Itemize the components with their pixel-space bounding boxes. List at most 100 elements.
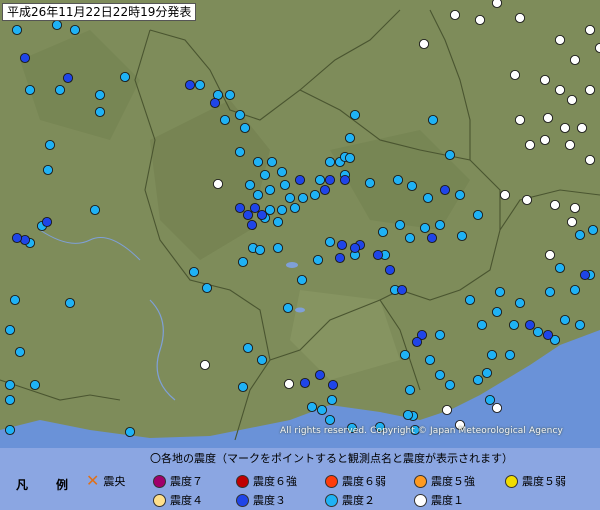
station-marker-intensity-3[interactable] [396,284,408,296]
station-marker-intensity-1[interactable] [514,12,526,24]
station-marker-intensity-2[interactable] [119,71,131,83]
station-marker-intensity-2[interactable] [324,236,336,248]
station-marker-intensity-3[interactable] [314,369,326,381]
station-marker-intensity-2[interactable] [64,297,76,309]
station-marker-intensity-2[interactable] [14,346,26,358]
station-marker-intensity-2[interactable] [201,282,213,294]
station-marker-intensity-1[interactable] [559,122,571,134]
station-marker-intensity-3[interactable] [334,252,346,264]
station-marker-intensity-2[interactable] [434,219,446,231]
station-marker-intensity-2[interactable] [234,109,246,121]
station-marker-intensity-2[interactable] [309,189,321,201]
station-marker-intensity-2[interactable] [419,222,431,234]
station-marker-intensity-2[interactable] [272,242,284,254]
station-marker-intensity-2[interactable] [188,266,200,278]
station-marker-intensity-3[interactable] [41,216,53,228]
station-marker-intensity-2[interactable] [272,216,284,228]
station-marker-intensity-3[interactable] [209,97,221,109]
station-marker-intensity-2[interactable] [237,381,249,393]
station-marker-intensity-2[interactable] [284,192,296,204]
station-marker-intensity-2[interactable] [4,394,16,406]
station-marker-intensity-2[interactable] [454,189,466,201]
station-marker-intensity-2[interactable] [464,294,476,306]
station-marker-intensity-2[interactable] [476,319,488,331]
station-marker-intensity-2[interactable] [4,324,16,336]
station-marker-intensity-3[interactable] [324,174,336,186]
station-marker-intensity-3[interactable] [384,264,396,276]
station-marker-intensity-3[interactable] [327,379,339,391]
station-marker-intensity-2[interactable] [194,79,206,91]
station-marker-intensity-2[interactable] [252,156,264,168]
station-marker-intensity-1[interactable] [418,38,430,50]
station-marker-intensity-1[interactable] [499,189,511,201]
station-marker-intensity-2[interactable] [544,286,556,298]
station-marker-intensity-1[interactable] [584,154,596,166]
station-marker-intensity-1[interactable] [566,94,578,106]
station-marker-intensity-3[interactable] [294,174,306,186]
station-marker-intensity-2[interactable] [399,349,411,361]
station-marker-intensity-3[interactable] [542,329,554,341]
station-marker-intensity-2[interactable] [344,132,356,144]
station-marker-intensity-2[interactable] [324,414,336,426]
station-marker-intensity-2[interactable] [406,180,418,192]
station-marker-intensity-2[interactable] [24,84,36,96]
station-marker-intensity-2[interactable] [484,394,496,406]
station-marker-intensity-1[interactable] [576,122,588,134]
station-marker-intensity-3[interactable] [184,79,196,91]
station-marker-intensity-3[interactable] [11,232,23,244]
station-marker-intensity-2[interactable] [424,354,436,366]
station-marker-intensity-2[interactable] [9,294,21,306]
station-marker-intensity-1[interactable] [539,134,551,146]
station-marker-intensity-1[interactable] [491,402,503,414]
station-marker-intensity-2[interactable] [224,89,236,101]
station-marker-intensity-2[interactable] [324,156,336,168]
station-marker-intensity-2[interactable] [259,169,271,181]
station-marker-intensity-2[interactable] [237,256,249,268]
station-marker-intensity-1[interactable] [549,199,561,211]
station-marker-intensity-2[interactable] [4,424,16,436]
station-marker-intensity-3[interactable] [256,209,268,221]
station-marker-intensity-2[interactable] [404,384,416,396]
station-marker-intensity-2[interactable] [264,204,276,216]
station-marker-intensity-2[interactable] [326,394,338,406]
station-marker-intensity-2[interactable] [69,24,81,36]
station-marker-intensity-2[interactable] [219,114,231,126]
station-marker-intensity-2[interactable] [532,326,544,338]
station-marker-intensity-2[interactable] [344,152,356,164]
station-marker-intensity-2[interactable] [51,19,63,31]
station-marker-intensity-3[interactable] [19,52,31,64]
station-marker-intensity-2[interactable] [94,89,106,101]
station-marker-intensity-2[interactable] [559,314,571,326]
station-marker-intensity-3[interactable] [372,249,384,261]
station-marker-intensity-2[interactable] [394,219,406,231]
station-marker-intensity-2[interactable] [89,204,101,216]
station-marker-intensity-3[interactable] [349,242,361,254]
station-marker-intensity-2[interactable] [276,166,288,178]
station-marker-intensity-2[interactable] [54,84,66,96]
station-marker-intensity-1[interactable] [569,54,581,66]
station-marker-intensity-3[interactable] [234,202,246,214]
station-marker-intensity-2[interactable] [42,164,54,176]
station-marker-intensity-2[interactable] [282,302,294,314]
station-marker-intensity-2[interactable] [314,174,326,186]
station-marker-intensity-2[interactable] [349,109,361,121]
station-marker-intensity-3[interactable] [299,377,311,389]
station-marker-intensity-2[interactable] [587,224,599,236]
station-marker-intensity-2[interactable] [377,226,389,238]
station-marker-intensity-1[interactable] [514,114,526,126]
station-marker-intensity-2[interactable] [569,284,581,296]
station-marker-intensity-2[interactable] [434,329,446,341]
station-marker-intensity-3[interactable] [249,202,261,214]
station-marker-intensity-2[interactable] [402,409,414,421]
station-marker-intensity-2[interactable] [434,369,446,381]
station-marker-intensity-2[interactable] [4,379,16,391]
station-marker-intensity-2[interactable] [504,349,516,361]
station-marker-intensity-2[interactable] [124,426,136,438]
station-marker-intensity-1[interactable] [212,178,224,190]
station-marker-intensity-2[interactable] [472,374,484,386]
station-marker-intensity-1[interactable] [554,34,566,46]
station-marker-intensity-3[interactable] [246,219,258,231]
station-marker-intensity-2[interactable] [508,319,520,331]
station-marker-intensity-1[interactable] [509,69,521,81]
station-marker-intensity-2[interactable] [312,254,324,266]
